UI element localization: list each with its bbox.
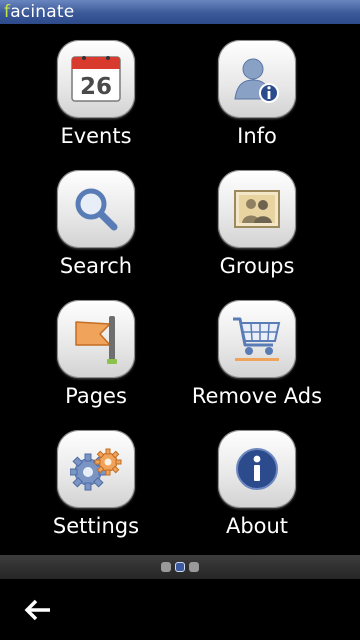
settings-label: Settings [52, 514, 140, 538]
menu-item-search[interactable]: Search [11, 154, 181, 284]
page-dot-3[interactable] [189, 562, 199, 572]
events-label: Events [60, 124, 132, 148]
user-info-icon [234, 58, 279, 103]
page-dot-2[interactable] [175, 562, 185, 572]
app-brand: facinate [4, 2, 75, 22]
remove-ads-tile[interactable] [218, 300, 296, 378]
page-indicator[interactable] [0, 555, 360, 579]
menu-grid: 26 Events Info Search Groups Pages Remov… [0, 24, 360, 555]
about-label: About [225, 514, 289, 538]
magnifier-icon [75, 188, 118, 231]
search-label: Search [59, 254, 133, 278]
gears-icon [70, 448, 122, 491]
calendar-day: 26 [80, 74, 112, 100]
menu-item-about[interactable]: About [172, 414, 342, 544]
settings-tile[interactable] [57, 430, 135, 508]
page-dot-1[interactable] [161, 562, 171, 572]
about-tile[interactable] [218, 430, 296, 508]
pages-label: Pages [65, 384, 127, 408]
menu-item-groups[interactable]: Groups [172, 154, 342, 284]
info-tile[interactable] [218, 40, 296, 118]
events-tile[interactable]: 26 [57, 40, 135, 118]
calendar-icon: 26 [71, 56, 121, 102]
search-tile[interactable] [57, 170, 135, 248]
back-arrow-icon [24, 599, 50, 621]
menu-item-remove-ads[interactable]: Remove Ads [172, 284, 342, 414]
flag-icon [75, 316, 117, 364]
info-label: Info [237, 124, 277, 148]
back-button[interactable] [18, 593, 58, 627]
info-badge-icon [236, 448, 278, 490]
shopping-cart-icon [233, 317, 281, 361]
remove-ads-label: Remove Ads [191, 384, 323, 408]
group-photo-icon [234, 190, 280, 228]
pages-tile[interactable] [57, 300, 135, 378]
groups-label: Groups [219, 254, 295, 278]
groups-tile[interactable] [218, 170, 296, 248]
menu-item-info[interactable]: Info [172, 24, 342, 154]
menu-item-settings[interactable]: Settings [11, 414, 181, 544]
menu-item-pages[interactable]: Pages [11, 284, 181, 414]
menu-item-events[interactable]: 26 Events [11, 24, 181, 154]
bottom-toolbar [0, 579, 360, 640]
title-bar: facinate [0, 0, 360, 24]
